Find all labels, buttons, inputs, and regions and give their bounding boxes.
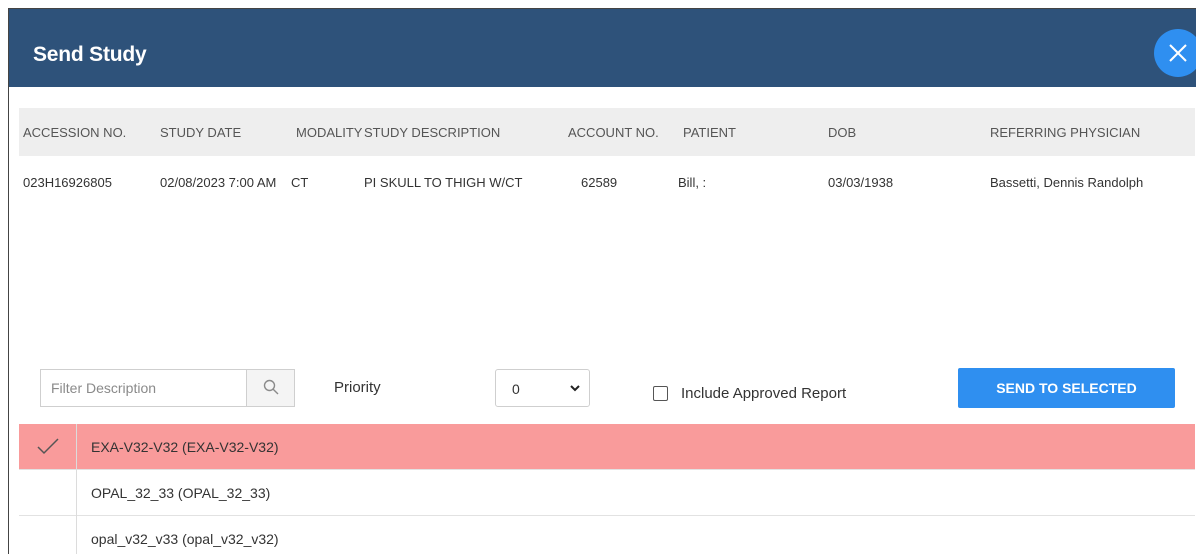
search-button[interactable]: [246, 370, 294, 406]
filter-description-input[interactable]: [41, 370, 246, 406]
destination-label: opal_v32_v33 (opal_v32_v32): [91, 531, 279, 547]
cell-study-date: 02/08/2023 7:00 AM: [160, 175, 277, 190]
priority-selected-value: 0: [512, 381, 520, 397]
destination-label: OPAL_32_33 (OPAL_32_33): [91, 485, 271, 501]
study-table-header: ACCESSION NO. STUDY DATE MODALITY STUDY …: [19, 108, 1195, 156]
column-header-account-no[interactable]: ACCOUNT NO.: [568, 125, 683, 140]
dialog-title: Send Study: [33, 43, 147, 66]
destination-check-cell[interactable]: [19, 516, 77, 554]
send-study-dialog: Send Study ACCESSION NO. STUDY DATE MODA…: [8, 8, 1196, 554]
cell-modality: CT: [291, 175, 309, 190]
table-row[interactable]: 023H16926805 02/08/2023 7:00 AM CT PI SK…: [19, 156, 1195, 206]
search-icon: [263, 379, 279, 395]
column-header-referring-physician[interactable]: REFERRING PHYSICIAN: [990, 125, 1190, 140]
column-header-study-description[interactable]: STUDY DESCRIPTION: [364, 125, 544, 140]
cell-dob: 03/03/1938: [828, 175, 894, 190]
cell-referring-physician: Bassetti, Dennis Randolph: [990, 175, 1144, 190]
column-header-study-date[interactable]: STUDY DATE: [160, 125, 280, 140]
include-approved-report-label[interactable]: Include Approved Report: [681, 385, 846, 402]
column-header-dob[interactable]: DOB: [828, 125, 938, 140]
close-button[interactable]: [1154, 29, 1196, 77]
list-item[interactable]: opal_v32_v33 (opal_v32_v32): [19, 516, 1195, 554]
chevron-down-icon: [570, 385, 580, 392]
close-icon: [1169, 44, 1187, 62]
cell-patient: Bill, :: [678, 175, 707, 190]
column-header-accession[interactable]: ACCESSION NO.: [23, 125, 151, 140]
list-item[interactable]: EXA-V32-V32 (EXA-V32-V32): [19, 424, 1195, 470]
dialog-titlebar: Send Study: [9, 9, 1196, 87]
column-header-modality[interactable]: MODALITY: [296, 125, 362, 140]
priority-label: Priority: [334, 379, 381, 396]
column-header-patient[interactable]: PATIENT: [683, 125, 793, 140]
cell-account-no: 62589: [581, 175, 618, 190]
cell-accession: 023H16926805: [23, 175, 112, 190]
destination-check-cell[interactable]: [19, 470, 77, 516]
destination-check-cell[interactable]: [19, 424, 77, 470]
send-to-selected-button[interactable]: SEND TO SELECTED: [958, 368, 1175, 408]
include-approved-report-checkbox[interactable]: [653, 386, 668, 401]
destination-list: EXA-V32-V32 (EXA-V32-V32) OPAL_32_33 (OP…: [19, 424, 1195, 554]
cell-study-description: PI SKULL TO THIGH W/CT: [364, 175, 523, 190]
priority-select[interactable]: 0: [495, 369, 590, 407]
list-item[interactable]: OPAL_32_33 (OPAL_32_33): [19, 470, 1195, 516]
filter-group: [40, 369, 295, 407]
checkmark-icon: [37, 438, 59, 455]
destination-label: EXA-V32-V32 (EXA-V32-V32): [91, 439, 279, 455]
